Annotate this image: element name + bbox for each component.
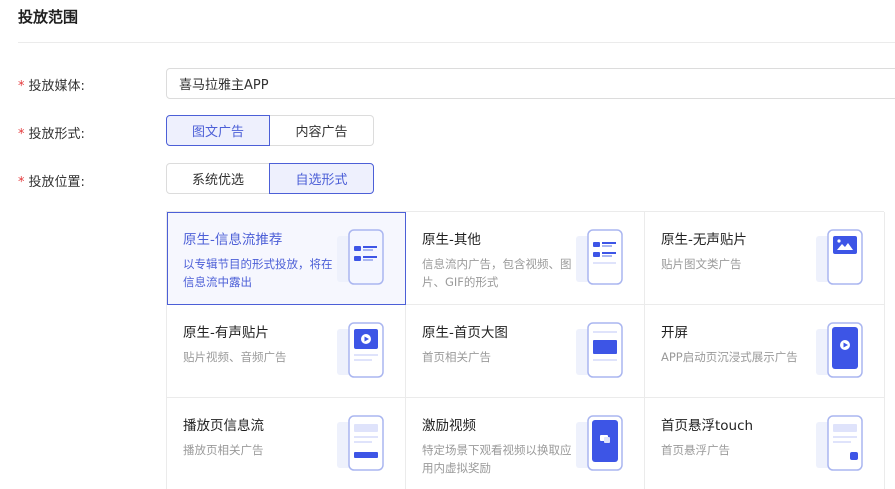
position-option-custom[interactable]: 自选形式 <box>269 163 374 194</box>
section-divider <box>18 42 895 43</box>
placement-card-audio-preroll[interactable]: 原生-有声贴片 贴片视频、音频广告 <box>167 305 406 398</box>
placement-card-splash[interactable]: 开屏 APP启动页沉浸式展示广告 <box>645 305 885 398</box>
media-value: 喜马拉雅主APP <box>179 78 269 93</box>
position-option-system[interactable]: 系统优选 <box>166 163 270 194</box>
placement-card-native-other[interactable]: 原生-其他 信息流内广告，包含视频、图片、GIF的形式 <box>406 212 645 305</box>
phone-float-icon <box>816 415 863 471</box>
phone-feed-icon <box>576 229 623 285</box>
required-mark: * <box>18 127 25 142</box>
format-label-text: 投放形式: <box>28 127 85 142</box>
placement-desc: 首页相关广告 <box>422 350 491 364</box>
placement-desc: 特定场景下观看视频以换取应用内虚拟奖励 <box>422 443 572 475</box>
required-mark: * <box>18 175 25 190</box>
position-label: * 投放位置: <box>18 171 85 190</box>
phone-reward-icon <box>576 415 623 471</box>
required-mark: * <box>18 79 25 94</box>
format-option-image-text[interactable]: 图文广告 <box>166 115 270 146</box>
placement-desc: APP启动页沉浸式展示广告 <box>661 350 798 364</box>
placement-card-player-feed[interactable]: 播放页信息流 播放页相关广告 <box>167 398 406 489</box>
section-title: 投放范围 <box>18 8 79 26</box>
position-label-text: 投放位置: <box>28 175 85 190</box>
media-select[interactable]: 喜马拉雅主APP <box>166 68 895 99</box>
placement-desc: 播放页相关广告 <box>183 443 264 457</box>
media-label-text: 投放媒体: <box>28 79 85 94</box>
placement-desc: 以专辑节目的形式投放，将在信息流中露出 <box>183 257 333 289</box>
position-segmented-control: 系统优选 自选形式 <box>166 163 374 194</box>
phone-banner-icon <box>576 322 623 378</box>
format-segmented-control: 图文广告 内容广告 <box>166 115 374 146</box>
placement-desc: 信息流内广告，包含视频、图片、GIF的形式 <box>422 257 572 289</box>
placement-desc: 贴片视频、音频广告 <box>183 350 287 364</box>
phone-player-feed-icon <box>337 415 384 471</box>
placement-desc: 首页悬浮广告 <box>661 443 730 457</box>
placement-card-home-banner[interactable]: 原生-首页大图 首页相关广告 <box>406 305 645 398</box>
placement-desc: 贴片图文类广告 <box>661 257 742 271</box>
placement-card-home-float[interactable]: 首页悬浮touch 首页悬浮广告 <box>645 398 885 489</box>
placement-card-native-feed[interactable]: 原生-信息流推荐 以专辑节目的形式投放，将在信息流中露出 <box>167 212 406 305</box>
format-option-content[interactable]: 内容广告 <box>270 115 374 146</box>
placement-card-rewarded-video[interactable]: 激励视频 特定场景下观看视频以换取应用内虚拟奖励 <box>406 398 645 489</box>
phone-image-icon <box>816 229 863 285</box>
placement-grid: 原生-信息流推荐 以专辑节目的形式投放，将在信息流中露出 原生-其他 信息流内广… <box>166 211 885 489</box>
phone-feed-icon <box>337 229 384 285</box>
phone-play-icon <box>337 322 384 378</box>
placement-card-silent-preroll[interactable]: 原生-无声贴片 贴片图文类广告 <box>645 212 885 305</box>
media-label: * 投放媒体: <box>18 75 85 94</box>
format-label: * 投放形式: <box>18 123 85 142</box>
phone-splash-icon <box>816 322 863 378</box>
